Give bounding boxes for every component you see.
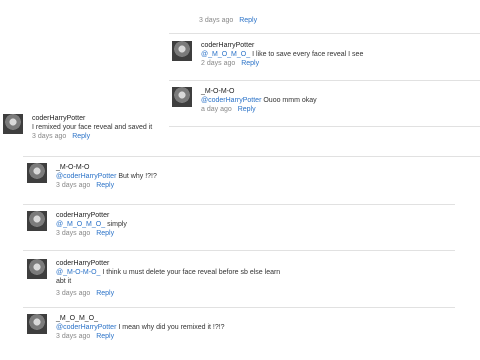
timestamp: 3 days ago: [56, 290, 91, 297]
avatar[interactable]: [27, 314, 47, 334]
comment-message: simply: [105, 221, 127, 228]
comment-author[interactable]: _M-O-M-O: [201, 87, 317, 96]
mention-link[interactable]: @coderHarryPotter: [56, 173, 116, 180]
divider: [23, 307, 455, 308]
comment-meta: 3 days ago Reply: [56, 332, 225, 341]
avatar[interactable]: [27, 211, 47, 231]
comment-meta: 3 days ago Reply: [56, 289, 286, 298]
reply-link[interactable]: Reply: [96, 333, 114, 340]
comment-author[interactable]: _M_O_M_O_: [56, 314, 225, 323]
reply-link[interactable]: Reply: [96, 182, 114, 189]
comment-message: I remixed your face reveal and saved it: [32, 124, 153, 131]
comment-author[interactable]: coderHarryPotter: [56, 211, 127, 220]
comment-text: @coderHarryPotter Ouoo mmm okay: [201, 96, 317, 105]
comment-text: @_M_O_M_O_ simply: [56, 220, 127, 229]
mention-link[interactable]: @coderHarryPotter: [56, 324, 116, 331]
comment-text: @_M_O_M_O_ I like to save every face rev…: [201, 50, 363, 59]
divider: [23, 250, 455, 251]
timestamp: 3 days ago: [56, 230, 91, 237]
reply-link[interactable]: Reply: [72, 133, 90, 140]
comment-message: But why !?!?: [116, 173, 157, 180]
timestamp: 3 days ago: [56, 333, 91, 340]
comment-meta-partial: 3 days ago Reply: [199, 16, 257, 25]
divider: [23, 156, 480, 157]
divider: [23, 204, 455, 205]
timestamp: 3 days ago: [56, 182, 91, 189]
reply-link[interactable]: Reply: [96, 290, 114, 297]
timestamp: a day ago: [201, 106, 232, 113]
mention-link[interactable]: @_M_O_M_O_: [201, 51, 250, 58]
comment-text: @coderHarryPotter I mean why did you rem…: [56, 323, 225, 332]
divider: [169, 33, 480, 34]
comment-author[interactable]: coderHarryPotter: [201, 41, 363, 50]
reply-link[interactable]: Reply: [239, 17, 257, 24]
avatar[interactable]: [3, 114, 23, 134]
comment-message: I mean why did you remixed it !?!?: [116, 324, 225, 331]
comment-author[interactable]: _M-O-M-O: [56, 163, 157, 172]
divider: [169, 126, 480, 127]
mention-link[interactable]: @coderHarryPotter: [201, 97, 261, 104]
comment-meta: 2 days ago Reply: [201, 59, 363, 68]
mention-link[interactable]: @_M-O-M-O_: [56, 269, 100, 276]
timestamp: 3 days ago: [199, 17, 234, 24]
timestamp: 2 days ago: [201, 60, 236, 67]
divider: [169, 80, 480, 81]
comment-message: I like to save every face reveal I see: [250, 51, 364, 58]
reply-link[interactable]: Reply: [238, 106, 256, 113]
comment-meta: 3 days ago Reply: [56, 229, 127, 238]
reply-link[interactable]: Reply: [96, 230, 114, 237]
comment-meta: 3 days ago Reply: [32, 132, 152, 141]
comment-text: @_M-O-M-O_ I think u must delete your fa…: [56, 268, 286, 286]
avatar[interactable]: [27, 259, 47, 279]
comment-author[interactable]: coderHarryPotter: [32, 114, 152, 123]
mention-link[interactable]: @_M_O_M_O_: [56, 221, 105, 228]
comment-meta: a day ago Reply: [201, 105, 317, 114]
comment-message: Ouoo mmm okay: [261, 97, 317, 104]
avatar[interactable]: [27, 163, 47, 183]
reply-link[interactable]: Reply: [241, 60, 259, 67]
comment-author[interactable]: coderHarryPotter: [56, 259, 286, 268]
timestamp: 3 days ago: [32, 133, 67, 140]
avatar[interactable]: [172, 41, 192, 61]
comment-text: @coderHarryPotter But why !?!?: [56, 172, 157, 181]
avatar[interactable]: [172, 87, 192, 107]
comment-meta: 3 days ago Reply: [56, 181, 157, 190]
